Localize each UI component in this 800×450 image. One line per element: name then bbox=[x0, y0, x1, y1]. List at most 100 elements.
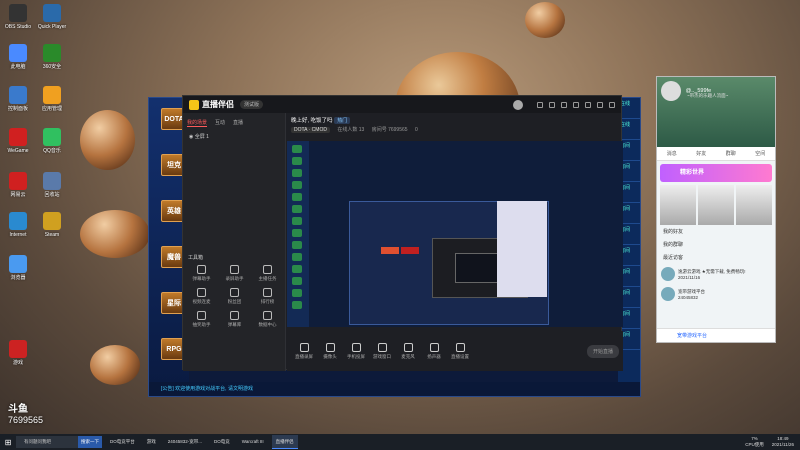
task-item[interactable]: 直播伴侣 bbox=[271, 435, 298, 449]
message-icon[interactable] bbox=[537, 101, 543, 108]
app-icon bbox=[9, 128, 27, 146]
taskbar-search-input[interactable]: 有问题问我吧 bbox=[16, 436, 78, 448]
source-label: 直播录屏 bbox=[295, 353, 313, 359]
app-icon bbox=[43, 172, 61, 190]
desktop-shortcut-label: 应用管理 bbox=[41, 106, 62, 112]
chat-avatar[interactable] bbox=[661, 81, 681, 101]
game-icon bbox=[292, 229, 302, 237]
source-button[interactable]: 游戏窗口 bbox=[369, 342, 395, 360]
game-icon bbox=[292, 205, 302, 213]
contact-item[interactable]: 宽带游戏平台 24045832 bbox=[657, 284, 775, 304]
tool-button[interactable]: 粉丝团 bbox=[218, 288, 251, 305]
tool-label: 排行榜 bbox=[260, 299, 275, 304]
tool-icon bbox=[197, 311, 206, 320]
desktop-shortcut[interactable]: Quick Player bbox=[34, 4, 70, 30]
chat-window[interactable]: @.._599fe ~带杰的乐趣人流面~ 消息 好友 群聊 空间 精彩世界 我的… bbox=[656, 76, 776, 343]
tool-button[interactable]: 抽奖助手 bbox=[185, 311, 218, 328]
desktop-shortcut[interactable]: WeGame bbox=[0, 128, 36, 154]
user-avatar[interactable] bbox=[513, 99, 523, 110]
chat-header: @.._599fe ~带杰的乐趣人流面~ bbox=[657, 77, 775, 147]
desktop-shortcut-label: 浏览器 bbox=[10, 275, 26, 281]
task-item[interactable]: DO电竞 bbox=[210, 435, 234, 449]
tool-button[interactable]: 排行榜 bbox=[251, 288, 284, 305]
clock[interactable]: 18:49 2021/11/26 bbox=[772, 436, 794, 448]
game-icon bbox=[292, 217, 302, 225]
app-icon bbox=[9, 4, 27, 22]
viewer-count: 在线人数 13 bbox=[337, 127, 365, 133]
stream-preview[interactable] bbox=[287, 141, 623, 327]
nested-preview-app-2 bbox=[455, 253, 501, 283]
desktop-shortcut[interactable]: 浏览器 bbox=[0, 255, 36, 281]
tool-button[interactable]: 视频连麦 bbox=[185, 288, 218, 305]
streaming-app-window[interactable]: 直播伴侣 测试版 我的场景 互动 直播 ◉ 全屏 1 工具箱 弹幕助手 录屏助手 主… bbox=[182, 95, 623, 371]
nested-red-button bbox=[381, 247, 399, 254]
tool-button[interactable]: 数据中心 bbox=[251, 311, 284, 328]
start-button[interactable]: ⊞ bbox=[0, 434, 16, 450]
chat-signature: ~带杰的乐趣人流面~ bbox=[687, 93, 729, 98]
desktop-shortcut[interactable]: 360安全 bbox=[34, 44, 70, 70]
list-recent[interactable]: 最近访客 bbox=[657, 251, 775, 264]
wallpaper-drop bbox=[90, 345, 140, 385]
desktop-shortcut[interactable]: 控制面板 bbox=[0, 86, 36, 112]
preview-game-strip bbox=[287, 141, 309, 327]
tool-icon bbox=[230, 311, 239, 320]
maximize-icon[interactable] bbox=[597, 101, 603, 108]
source-button[interactable]: 直播设置 bbox=[447, 342, 473, 360]
watermark-id: 7699565 bbox=[8, 415, 44, 425]
task-item[interactable]: 24045832-宽带... bbox=[164, 435, 206, 449]
tab-live[interactable]: 直播 bbox=[233, 119, 243, 127]
promo-banner[interactable]: 精彩世界 bbox=[660, 164, 772, 182]
desktop-shortcut-label: Steam bbox=[44, 232, 60, 238]
tab-scenes[interactable]: 我的场景 bbox=[187, 119, 208, 127]
gift-icon[interactable] bbox=[549, 101, 555, 108]
desktop-shortcut[interactable]: Steam bbox=[34, 212, 70, 238]
game-category[interactable]: DOTA · CMOD bbox=[291, 127, 330, 133]
app-icon bbox=[43, 44, 61, 62]
tool-button[interactable]: 弹幕库 bbox=[218, 311, 251, 328]
contact-name: 宽带游戏平台 bbox=[678, 288, 705, 294]
source-button[interactable]: 扬声器 bbox=[421, 342, 447, 360]
start-live-button[interactable]: 开始直播 bbox=[586, 344, 619, 358]
desktop-shortcut[interactable]: QQ音乐 bbox=[34, 128, 70, 154]
promo-photos[interactable] bbox=[660, 185, 772, 225]
scene-item[interactable]: ◉ 全屏 1 bbox=[183, 130, 285, 143]
desktop-shortcut[interactable]: Internet bbox=[0, 212, 36, 238]
menu-icon[interactable] bbox=[573, 101, 579, 108]
desktop-shortcut[interactable]: 应用管理 bbox=[34, 86, 70, 112]
game-icon bbox=[292, 241, 302, 249]
task-item[interactable]: DO电竞平台 bbox=[106, 435, 139, 449]
source-button[interactable]: 麦克风 bbox=[395, 342, 421, 360]
tool-button[interactable]: 主播任务 bbox=[251, 265, 284, 282]
task-item[interactable]: Warcraft III bbox=[238, 435, 268, 449]
source-button[interactable]: 手机投屏 bbox=[343, 342, 369, 360]
tab-friends[interactable]: 好友 bbox=[696, 150, 706, 157]
list-groups[interactable]: 我的群聊 bbox=[657, 238, 775, 251]
chat-footer[interactable]: 宽带游戏平台 bbox=[657, 328, 775, 342]
contact-item[interactable]: 逸游云游戏 ★无需下载, 免费畅玩! 2021/11/16 bbox=[657, 264, 775, 284]
list-friends[interactable]: 我的好友 bbox=[657, 225, 775, 238]
desktop-shortcut[interactable]: OBS Studio bbox=[0, 4, 36, 30]
tool-label: 录屏助手 bbox=[225, 276, 244, 281]
desktop-shortcut[interactable]: 此电脑 bbox=[0, 44, 36, 70]
titlebar-controls bbox=[513, 99, 615, 110]
tool-button[interactable]: 弹幕助手 bbox=[185, 265, 218, 282]
desktop-shortcut[interactable]: 回收站 bbox=[34, 172, 70, 198]
stream-title[interactable]: 晚上好, 吃饭了吗 bbox=[291, 118, 333, 124]
close-icon[interactable] bbox=[609, 101, 615, 108]
source-button[interactable]: 摄像头 bbox=[317, 342, 343, 360]
task-item[interactable]: 游戏 bbox=[143, 435, 160, 449]
tab-interact[interactable]: 互动 bbox=[215, 119, 225, 127]
tab-groups[interactable]: 群聊 bbox=[726, 150, 736, 157]
desktop-shortcut[interactable]: 网易云 bbox=[0, 172, 36, 198]
minimize-icon[interactable] bbox=[585, 101, 591, 108]
source-button[interactable]: 直播录屏 bbox=[291, 342, 317, 360]
stream-info: 晚上好, 吃饭了吗 热门 DOTA · CMOD 在线人数 13 房间号 769… bbox=[287, 113, 623, 135]
skin-icon[interactable] bbox=[561, 101, 567, 108]
cpu-meter[interactable]: 7% CPU使用 bbox=[745, 436, 764, 448]
tab-zone[interactable]: 空间 bbox=[755, 150, 765, 157]
app-icon bbox=[9, 255, 27, 273]
desktop-shortcut[interactable]: 游戏 bbox=[0, 340, 36, 366]
tab-messages[interactable]: 消息 bbox=[667, 150, 677, 157]
taskbar-search-button[interactable]: 搜索一下 bbox=[78, 436, 102, 448]
tool-button[interactable]: 录屏助手 bbox=[218, 265, 251, 282]
